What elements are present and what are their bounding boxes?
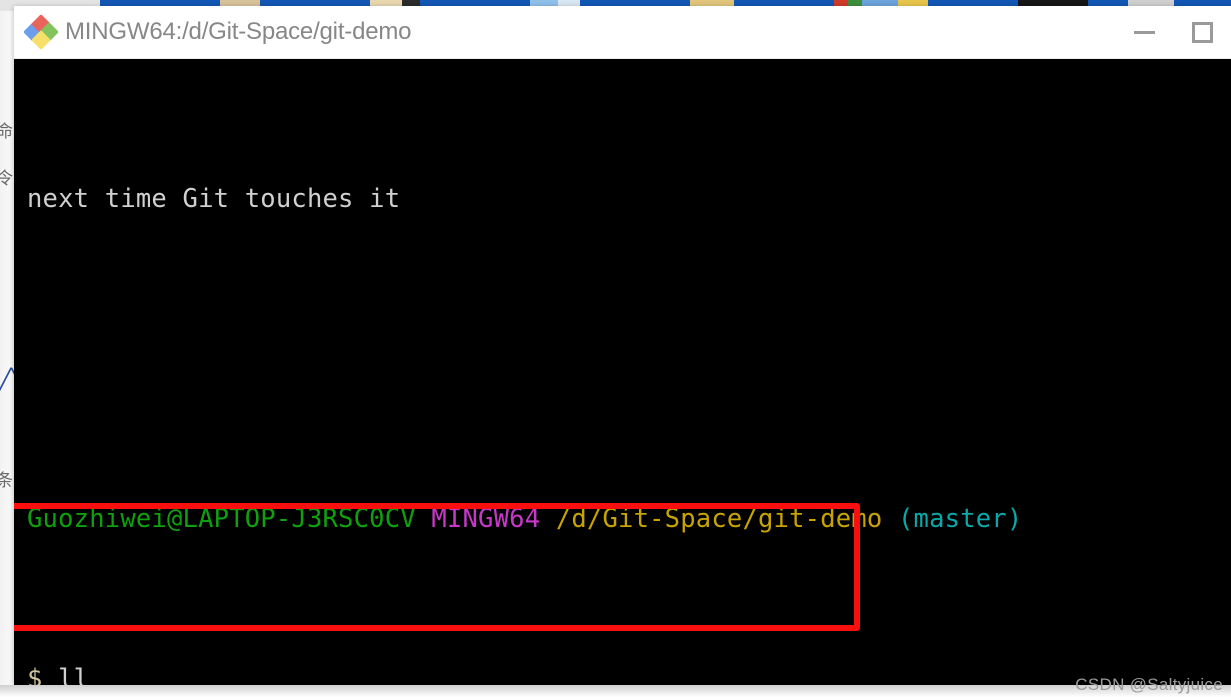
previous-output-tail: next time Git touches it bbox=[27, 184, 401, 214]
minimize-button[interactable] bbox=[1115, 6, 1173, 59]
background-cjk-glyph: 条 bbox=[0, 471, 13, 491]
git-bash-icon bbox=[23, 14, 59, 50]
prompt-symbol: $ bbox=[27, 664, 43, 685]
terminal-viewport[interactable]: next time Git touches it Guozhiwei@LAPTO… bbox=[14, 59, 1231, 685]
minimize-icon bbox=[1133, 31, 1155, 34]
terminal-line: next time Git touches it bbox=[27, 179, 1227, 219]
command-text: ll bbox=[58, 664, 90, 685]
csdn-watermark: CSDN @Saltyjuice bbox=[1075, 675, 1223, 694]
prompt-line-1: Guozhiwei@LAPTOP-J3RSC0CV MINGW64 /d/Git… bbox=[27, 499, 1227, 539]
prompt-branch: (master) bbox=[897, 504, 1023, 534]
background-cjk-glyph: 令 bbox=[0, 169, 13, 189]
command-line-ll: $ ll bbox=[27, 659, 1227, 685]
window-title: MINGW64:/d/Git-Space/git-demo bbox=[65, 18, 412, 45]
mingw64-window: MINGW64:/d/Git-Space/git-demo next time … bbox=[14, 6, 1231, 685]
window-controls bbox=[1115, 6, 1231, 59]
desktop-bottom-edge bbox=[0, 685, 1231, 697]
screen-root: 命 令 ╱╲ 条 MINGW64:/d/Git-Space/git-demo n… bbox=[0, 0, 1231, 697]
prompt-user-host: Guozhiwei@LAPTOP-J3RSC0CV bbox=[27, 504, 416, 534]
prompt-shell: MINGW64 bbox=[431, 504, 541, 534]
maximize-button[interactable] bbox=[1173, 6, 1231, 59]
maximize-icon bbox=[1191, 22, 1213, 43]
background-cjk-glyph: 命 bbox=[0, 122, 13, 142]
prompt-cwd: /d/Git-Space/git-demo bbox=[555, 504, 883, 534]
terminal-output: next time Git touches it Guozhiwei@LAPTO… bbox=[27, 59, 1227, 685]
window-titlebar[interactable]: MINGW64:/d/Git-Space/git-demo bbox=[14, 6, 1231, 59]
